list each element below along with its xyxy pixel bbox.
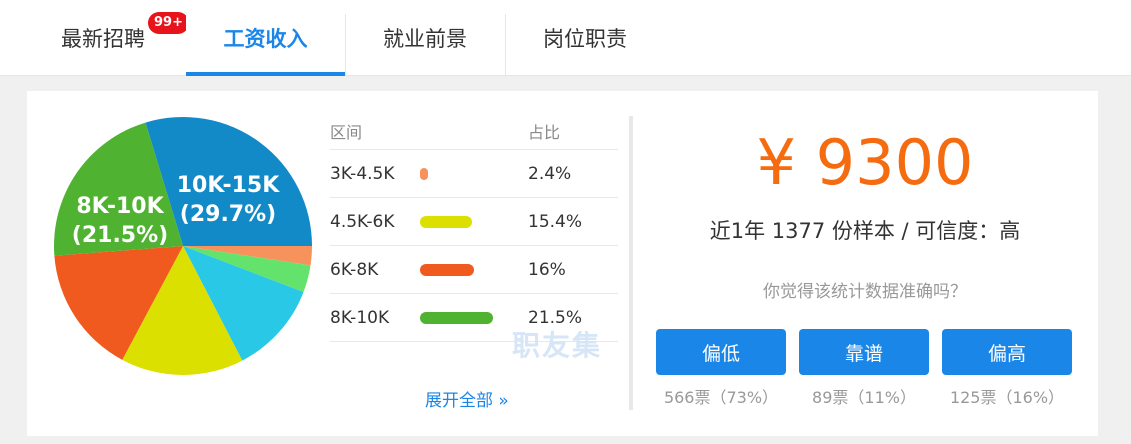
- watermark: 职友集: [512, 329, 603, 362]
- vote-high-button[interactable]: 偏高: [942, 329, 1072, 375]
- ratio-cell: 15.4%: [528, 211, 583, 232]
- bar-cell: [420, 263, 528, 276]
- range-cell: 3K-4.5K: [330, 163, 395, 184]
- vote-reliable-button[interactable]: 靠谱: [799, 329, 929, 375]
- tab-salary-income[interactable]: 工资收入: [186, 0, 345, 76]
- bar-cell: [420, 215, 528, 228]
- vote-high-count: 125票（16%）: [949, 388, 1065, 407]
- expand-all-link[interactable]: 展开全部 »: [425, 386, 509, 411]
- table-header: 区间 占比: [330, 113, 618, 150]
- ratio-bar: [420, 263, 475, 276]
- ratio-bar: [420, 311, 493, 324]
- ratio-bar: [420, 215, 473, 228]
- salary-card: 10K-15K (29.7%) 8K-10K (21.5%) 区间 占比 3K-4.5…: [27, 91, 1098, 436]
- ratio-cell: 16%: [528, 259, 566, 280]
- notification-badge: 99+: [148, 12, 189, 34]
- pie-data-label: (29.7%): [180, 202, 276, 227]
- range-cell: 8K-10K: [330, 307, 390, 328]
- vote-low-button[interactable]: 偏低: [656, 329, 786, 375]
- ratio-cell: 2.4%: [528, 163, 572, 184]
- tab-label: 就业前景: [383, 27, 467, 51]
- tab-bar: 最新招聘 99+ 工资收入 就业前景 岗位职责: [0, 0, 1131, 76]
- pie-data-label: (21.5%): [72, 223, 168, 248]
- pie-data-label: 10K-15K: [177, 173, 280, 198]
- range-cell: 4.5K-6K: [330, 211, 395, 232]
- range-header: 区间: [330, 123, 363, 142]
- sample-info: 近1年 1377 份样本 / 可信度：高: [709, 219, 1021, 243]
- tab-label: 岗位职责: [543, 27, 627, 51]
- table-row: 6K-8K 16%: [330, 246, 618, 294]
- tab-label: 工资收入: [223, 27, 308, 51]
- vote-low-count: 566票（73%）: [663, 388, 779, 407]
- salary-range-table: 区间 占比 3K-4.5K 2.4% 4.5K-6K 15.4% 6K-8K 1…: [330, 113, 618, 342]
- average-salary: ¥ 9300: [756, 126, 974, 199]
- active-tab-indicator: [186, 72, 345, 76]
- table-row: 4.5K-6K 15.4%: [330, 198, 618, 246]
- tab-label: 最新招聘: [61, 27, 145, 51]
- vote-reliable-count: 89票（11%）: [812, 388, 916, 407]
- ratio-bar: [420, 167, 429, 180]
- accuracy-question: 你觉得该统计数据准确吗？: [763, 282, 967, 302]
- table-row: 3K-4.5K 2.4%: [330, 150, 618, 198]
- tab-employment-outlook[interactable]: 就业前景: [345, 0, 505, 76]
- salary-pie-chart: 10K-15K (29.7%) 8K-10K (21.5%): [54, 117, 312, 375]
- tab-job-duties[interactable]: 岗位职责: [505, 0, 665, 76]
- pie-data-label: 8K-10K: [76, 194, 164, 219]
- ratio-header: 占比: [528, 123, 561, 142]
- bar-cell: [420, 167, 528, 180]
- bar-cell: [420, 311, 528, 324]
- range-cell: 6K-8K: [330, 259, 379, 280]
